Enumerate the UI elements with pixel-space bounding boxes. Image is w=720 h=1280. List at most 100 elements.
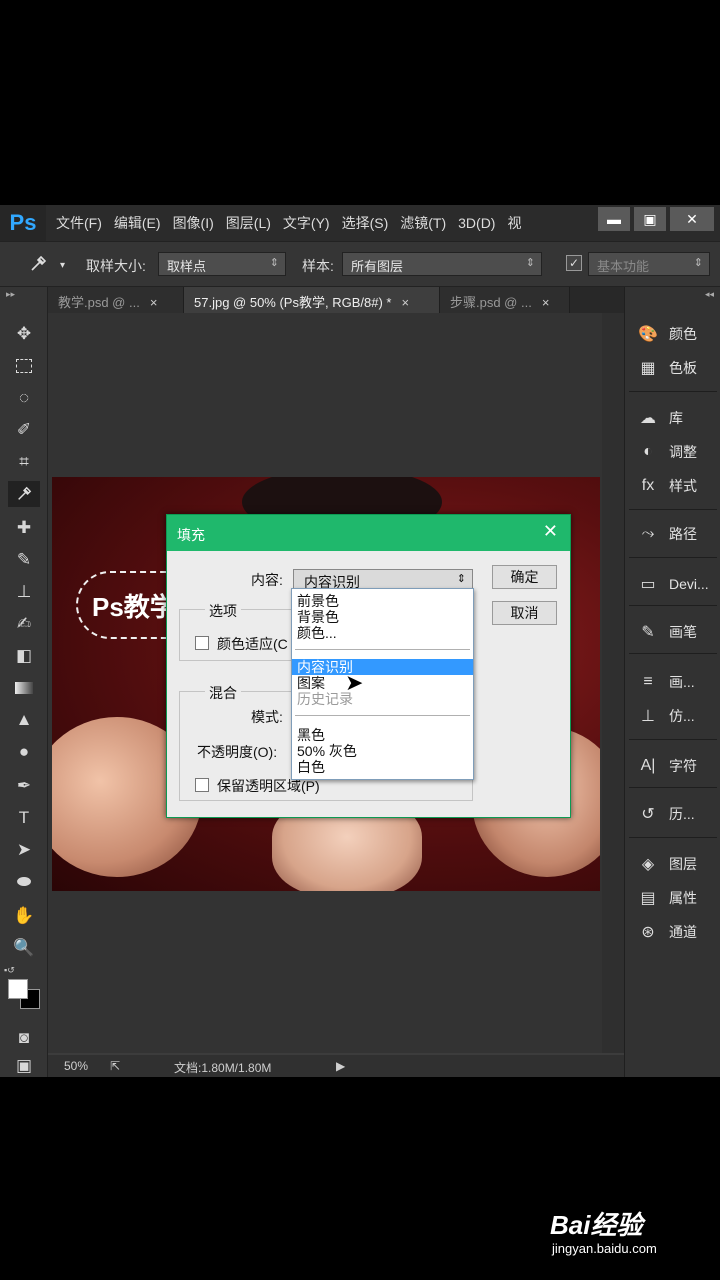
path-select-tool-icon[interactable]: ➤ [8,837,40,863]
pen-tool-icon[interactable]: ✒ [8,773,40,799]
menu-image[interactable]: 图像(I) [173,213,214,233]
panel-swatches[interactable]: ▦ 色板 [625,353,720,383]
panel-color[interactable]: 🎨 颜色 [625,319,720,349]
foreground-color-swatch[interactable] [8,979,28,999]
tab-close-icon[interactable]: × [150,295,158,310]
panel-label: Devi... [669,576,709,592]
tab-steps-psd[interactable]: 步骤.psd @ ... × [440,287,570,313]
menu-layer[interactable]: 图层(L) [226,213,271,233]
healing-brush-tool-icon[interactable]: ✚ [8,515,40,541]
marquee-tool-icon[interactable] [8,353,40,379]
share-icon[interactable]: ⇱ [110,1059,120,1073]
zoom-tool-icon[interactable]: 🔍 [8,935,40,961]
default-colors-icon[interactable]: ▪↺ [4,965,15,976]
lasso-tool-icon[interactable]: ◌ [8,385,40,411]
collapse-icon[interactable]: ▸▸ [6,289,15,300]
panel-brush-presets[interactable]: ≡ 画... [625,667,720,697]
option-white[interactable]: 白色 [292,759,473,775]
dialog-close-icon[interactable]: ✕ [543,521,558,542]
collapse-panels-icon[interactable]: ◂◂ [705,289,714,300]
tab-label: 步骤.psd @ ... [450,295,532,310]
panel-label: 样式 [669,478,697,494]
layers-icon: ◈ [641,856,655,873]
select-arrow-icon: ⇕ [269,257,279,269]
blur-tool-icon[interactable]: ▲ [8,707,40,733]
panel-device[interactable]: ▭ Devi... [625,569,720,599]
history-brush-tool-icon[interactable]: ✍ [8,611,40,637]
menu-select[interactable]: 选择(S) [342,213,389,233]
menu-edit[interactable]: 编辑(E) [114,213,161,233]
panel-history[interactable]: ↺ 历... [625,799,720,829]
ok-button[interactable]: 确定 [492,565,557,589]
sample-select[interactable]: 所有图层 ⇕ [342,252,542,276]
hand-tool-icon[interactable]: ✋ [8,903,40,929]
blend-group-label: 混合 [205,683,241,703]
brush-tool-icon[interactable]: ✎ [8,547,40,573]
sample-size-select[interactable]: 取样点 ⇕ [158,252,286,276]
screen-mode-icon[interactable]: ▣ [8,1053,40,1077]
eyedropper-tool-icon[interactable] [8,481,40,507]
dodge-tool-icon[interactable]: ● [8,739,40,765]
crop-tool-icon[interactable]: ⌗ [8,449,40,475]
minimize-button[interactable]: ▬ [598,207,630,231]
option-foreground[interactable]: 前景色 [292,593,473,609]
quick-select-tool-icon[interactable]: ✐ [8,417,40,443]
tab-close-icon[interactable]: × [401,295,409,310]
mode-label: 模式: [251,709,283,725]
stamp-tool-icon[interactable]: ⊥ [8,579,40,605]
panel-adjustments[interactable]: ◐ 调整 [625,437,720,467]
menu-filter[interactable]: 滤镜(T) [400,213,446,233]
panel-channels[interactable]: ⊛ 通道 [625,917,720,947]
panel-label: 字符 [669,758,697,774]
menu-view[interactable]: 视 [507,213,521,233]
right-panel-dock: ◂◂ 🎨 颜色 ▦ 色板 ☁ 库 ◐ 调整 fx 样式 ⤳ 路径 ▭ Devi... ✎ 画笔 … [624,287,720,1077]
option-pattern[interactable]: 图案 [292,675,473,691]
status-menu-arrow-icon[interactable]: ▶ [336,1059,345,1073]
panel-label: 属性 [669,890,697,906]
close-window-button[interactable]: ✕ [670,207,714,231]
panel-styles[interactable]: fx 样式 [625,471,720,501]
option-black[interactable]: 黑色 [292,727,473,743]
move-tool-icon[interactable]: ✥ [8,321,40,347]
option-color[interactable]: 颜色... [292,625,473,641]
sample-all-checkbox[interactable]: ✓ [566,255,582,271]
option-content-aware[interactable]: 内容识别 [292,659,473,675]
option-gray[interactable]: 50% 灰色 [292,743,473,759]
panel-layers[interactable]: ◈ 图层 [625,849,720,879]
option-history[interactable]: 历史记录 [292,691,473,707]
color-adapt-label: 颜色适应(C [217,636,288,652]
workspace-select[interactable]: 基本功能 ⇕ [588,252,710,276]
tab-teaching-psd[interactable]: 教学.psd @ ... × [48,287,184,313]
eyedropper-icon[interactable] [22,251,54,277]
cancel-button[interactable]: 取消 [492,601,557,625]
panel-paths[interactable]: ⤳ 路径 [625,519,720,549]
ps-logo: Ps [0,205,46,241]
panel-brush[interactable]: ✎ 画笔 [625,617,720,647]
color-adapt-checkbox[interactable] [195,636,209,650]
panel-character[interactable]: A| 字符 [625,751,720,781]
option-background[interactable]: 背景色 [292,609,473,625]
quick-mask-icon[interactable]: ◙ [8,1025,40,1051]
zoom-level[interactable]: 50% [64,1059,88,1073]
styles-icon: fx [641,477,655,494]
panel-properties[interactable]: ▤ 属性 [625,883,720,913]
shape-tool-icon[interactable]: ⬬ [8,869,40,895]
menu-3d[interactable]: 3D(D) [458,215,495,231]
device-icon: ▭ [640,576,656,593]
properties-icon: ▤ [640,890,656,907]
panel-clone-source[interactable]: ⊥ 仿... [625,701,720,731]
menu-file[interactable]: 文件(F) [56,213,102,233]
preserve-transparency-checkbox[interactable] [195,778,209,792]
panel-library[interactable]: ☁ 库 [625,403,720,433]
eraser-tool-icon[interactable]: ◧ [8,643,40,669]
menu-type[interactable]: 文字(Y) [283,213,330,233]
document-info: 文档:1.80M/1.80M [174,1061,272,1075]
panel-label: 图层 [669,856,697,872]
panel-label: 路径 [669,526,697,542]
restore-button[interactable]: ▣ [634,207,666,231]
tab-close-icon[interactable]: × [542,295,550,310]
tab-57-jpg[interactable]: 57.jpg @ 50% (Ps教学, RGB/8#) * × [184,287,440,313]
tool-preset-arrow-icon[interactable]: ▾ [60,260,65,271]
type-tool-icon[interactable]: T [8,805,40,831]
gradient-tool-icon[interactable] [8,675,40,701]
